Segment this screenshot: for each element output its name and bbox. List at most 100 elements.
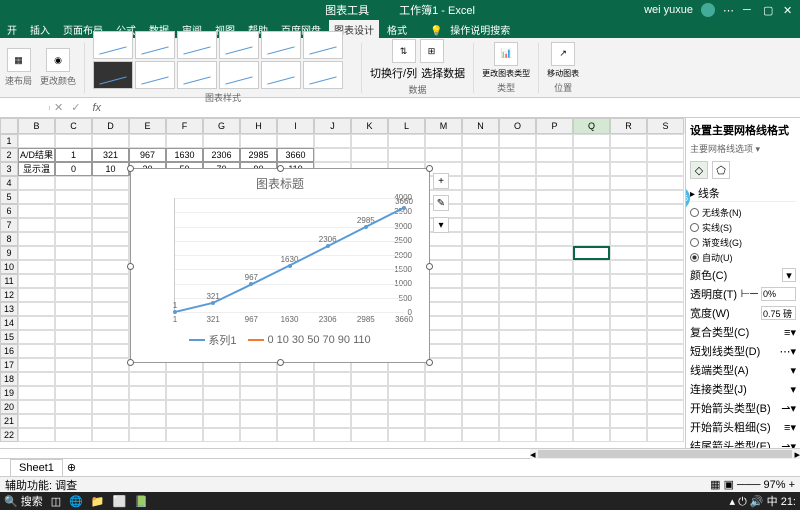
avatar[interactable] — [701, 3, 715, 17]
cell[interactable] — [55, 414, 92, 428]
cell[interactable] — [55, 344, 92, 358]
cell[interactable] — [647, 302, 684, 316]
cell[interactable] — [462, 246, 499, 260]
cell[interactable] — [18, 428, 55, 442]
cell[interactable] — [573, 428, 610, 442]
cell[interactable] — [610, 288, 647, 302]
cell[interactable] — [55, 246, 92, 260]
cell[interactable] — [647, 176, 684, 190]
cell[interactable] — [129, 134, 166, 148]
cell[interactable]: 显示温度 — [18, 162, 55, 176]
style-thumb[interactable] — [177, 31, 217, 59]
cell[interactable] — [536, 302, 573, 316]
cell[interactable] — [462, 316, 499, 330]
cell[interactable] — [55, 232, 92, 246]
cell[interactable] — [499, 232, 536, 246]
cell[interactable] — [92, 302, 129, 316]
col-header[interactable]: D — [92, 118, 129, 134]
cell[interactable] — [425, 428, 462, 442]
cell[interactable] — [18, 358, 55, 372]
cell[interactable] — [425, 246, 462, 260]
sheet-tab[interactable]: Sheet1 — [10, 459, 63, 477]
cell[interactable] — [314, 148, 351, 162]
col-header[interactable]: I — [277, 118, 314, 134]
cell[interactable] — [610, 344, 647, 358]
legend-item[interactable]: 系列1 — [189, 332, 236, 348]
cell[interactable] — [18, 414, 55, 428]
change-chart-type-button[interactable]: 📊 — [494, 42, 518, 66]
cell[interactable] — [388, 372, 425, 386]
resize-handle[interactable] — [277, 165, 284, 172]
cell[interactable] — [610, 414, 647, 428]
cell[interactable] — [462, 358, 499, 372]
cell[interactable] — [499, 386, 536, 400]
ribbon-options-icon[interactable]: ⋯ — [723, 4, 735, 17]
cell[interactable] — [55, 288, 92, 302]
cell[interactable] — [647, 204, 684, 218]
cell[interactable] — [610, 232, 647, 246]
chart-object[interactable]: + ✎ ▾ 图表标题 05001000150020002500300035004… — [130, 168, 430, 363]
cell[interactable] — [647, 246, 684, 260]
cell[interactable] — [166, 414, 203, 428]
cell[interactable] — [277, 386, 314, 400]
cell[interactable] — [425, 330, 462, 344]
resize-handle[interactable] — [277, 359, 284, 366]
minimize-icon[interactable]: ─ — [743, 4, 755, 16]
cell[interactable] — [55, 428, 92, 442]
cell[interactable] — [499, 288, 536, 302]
col-header[interactable]: Q — [573, 118, 610, 134]
cell[interactable] — [351, 372, 388, 386]
cell[interactable] — [647, 330, 684, 344]
cell[interactable] — [55, 330, 92, 344]
quick-layout-button[interactable]: ▦ — [7, 48, 31, 72]
resize-handle[interactable] — [127, 165, 134, 172]
transparency-input[interactable] — [761, 287, 796, 301]
cell[interactable] — [573, 232, 610, 246]
cell[interactable] — [462, 344, 499, 358]
cell[interactable] — [240, 400, 277, 414]
cell[interactable] — [92, 232, 129, 246]
cell[interactable] — [462, 400, 499, 414]
cell[interactable] — [425, 386, 462, 400]
h-scrollbar[interactable]: ◂▸ — [530, 449, 800, 459]
cell[interactable] — [499, 302, 536, 316]
cell[interactable] — [18, 204, 55, 218]
cell[interactable] — [647, 358, 684, 372]
cell[interactable] — [462, 372, 499, 386]
cell[interactable] — [462, 218, 499, 232]
cell[interactable] — [573, 288, 610, 302]
cell[interactable] — [573, 204, 610, 218]
cell[interactable] — [610, 190, 647, 204]
fx-icon[interactable]: fx — [84, 102, 109, 114]
col-header[interactable]: L — [388, 118, 425, 134]
cell[interactable] — [499, 414, 536, 428]
cell[interactable] — [18, 218, 55, 232]
cell[interactable] — [18, 386, 55, 400]
style-thumb[interactable] — [219, 31, 259, 59]
cell[interactable] — [92, 288, 129, 302]
cell[interactable] — [92, 372, 129, 386]
name-box[interactable] — [0, 106, 50, 110]
cell[interactable]: 1630 — [166, 148, 203, 162]
col-header[interactable]: N — [462, 118, 499, 134]
row-header[interactable]: 8 — [0, 232, 18, 246]
chart-styles-button[interactable]: ✎ — [433, 195, 449, 211]
cell[interactable] — [647, 148, 684, 162]
cell[interactable] — [647, 218, 684, 232]
col-header[interactable]: C — [55, 118, 92, 134]
cell[interactable] — [573, 414, 610, 428]
tab-format[interactable]: 格式 — [382, 20, 412, 39]
cell[interactable] — [573, 148, 610, 162]
cell[interactable] — [18, 176, 55, 190]
style-thumb[interactable] — [303, 31, 343, 59]
cell[interactable] — [536, 190, 573, 204]
cell[interactable] — [573, 372, 610, 386]
row-header[interactable]: 3 — [0, 162, 18, 176]
cell[interactable] — [536, 414, 573, 428]
row-header[interactable]: 21 — [0, 414, 18, 428]
cell[interactable] — [425, 148, 462, 162]
cell[interactable] — [203, 372, 240, 386]
col-header[interactable]: R — [610, 118, 647, 134]
style-thumb[interactable] — [261, 31, 301, 59]
arrow-size-dropdown[interactable]: ≡▾ — [784, 421, 796, 434]
